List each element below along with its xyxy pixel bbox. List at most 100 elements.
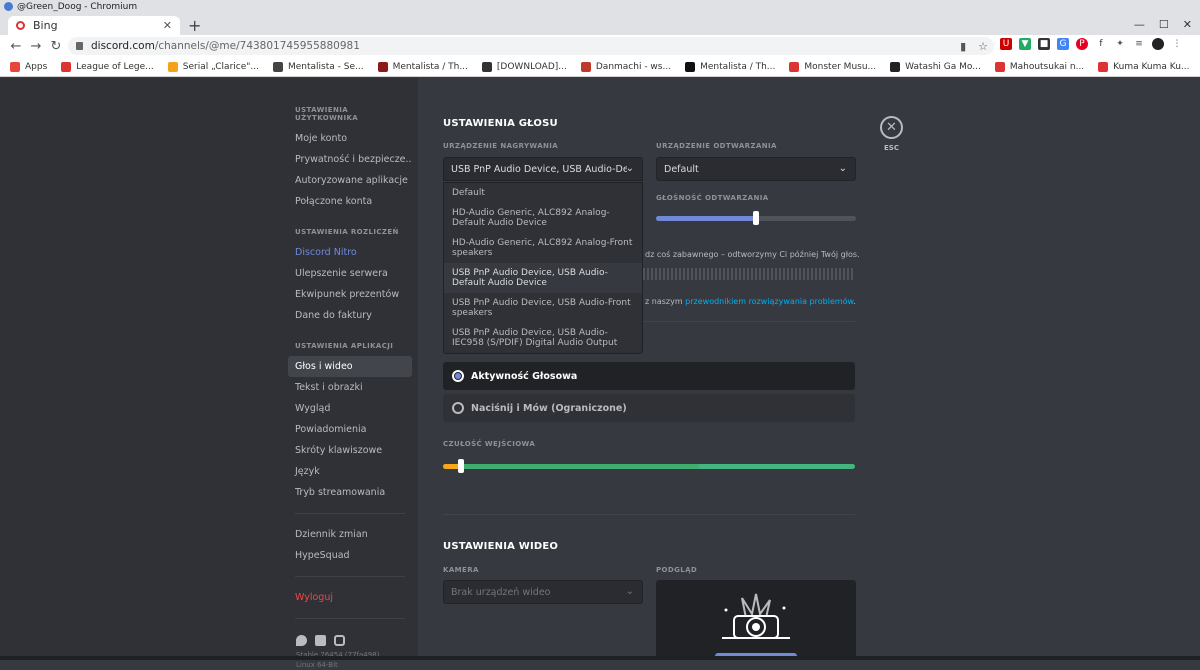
input-sensitivity-slider[interactable] (443, 459, 855, 473)
bookmark-favicon-icon (61, 61, 72, 72)
reload-icon[interactable]: ↻ (46, 39, 66, 54)
instagram-icon[interactable] (334, 635, 345, 646)
sidebar-item-my-account[interactable]: Moje konto (288, 128, 412, 149)
bookmark-label: [DOWNLOAD]... (496, 61, 567, 72)
meter-bar (807, 268, 809, 280)
tab-title: Bing (33, 19, 58, 32)
minimize-icon[interactable]: — (1134, 18, 1145, 31)
new-tab-icon[interactable]: + (188, 16, 201, 35)
bookmark-item[interactable]: Serial „Clarice"... (167, 61, 259, 72)
maximize-icon[interactable]: ☐ (1159, 18, 1169, 31)
input-device-option[interactable]: USB PnP Audio Device, USB Audio-Front sp… (444, 293, 642, 323)
sidebar-divider (295, 576, 405, 577)
camera-blocked-icon[interactable]: ▮ (960, 40, 966, 53)
facebook-icon[interactable] (315, 635, 326, 646)
lock-icon[interactable] (76, 42, 83, 50)
browser-tab[interactable]: Bing ✕ (8, 16, 180, 35)
extensions-puzzle-icon[interactable]: ✦ (1114, 38, 1126, 50)
camera-select[interactable]: Brak urządzeń wideo ⌄ (443, 580, 643, 604)
output-volume-knob[interactable] (753, 211, 759, 225)
tab-favicon-icon (16, 21, 25, 30)
sensitivity-knob[interactable] (458, 459, 464, 473)
sidebar-item-hypesquad[interactable]: HypeSquad (288, 545, 412, 566)
sidebar-item-connections[interactable]: Połączone konta (288, 191, 412, 212)
bookmark-item[interactable]: Kuma Kuma Ku... (1098, 61, 1190, 72)
meter-bar (771, 268, 773, 280)
close-window-icon[interactable]: ✕ (1183, 18, 1192, 31)
bookmark-item[interactable]: Monster Musu... (789, 61, 876, 72)
meter-bar (819, 268, 821, 280)
tab-close-icon[interactable]: ✕ (163, 19, 172, 32)
formula-icon[interactable]: f (1095, 38, 1107, 50)
bookmark-item[interactable]: [DOWNLOAD]... (481, 61, 567, 72)
forward-icon[interactable]: → (26, 39, 46, 54)
window-title: @Green_Doog - Chromium (17, 1, 138, 12)
extension-icon[interactable]: ▼ (1019, 38, 1031, 50)
sidebar-item-voice-video[interactable]: Głos i wideo (288, 356, 412, 377)
input-device-option[interactable]: Default (444, 183, 642, 203)
pinterest-icon[interactable]: P (1076, 38, 1088, 50)
sidebar-item-notifications[interactable]: Powiadomienia (288, 419, 412, 440)
meter-bar (659, 268, 661, 280)
bookmark-item[interactable]: Watashi Ga Mo... (890, 61, 981, 72)
meter-bar (791, 268, 793, 280)
input-device-select[interactable]: USB PnP Audio Device, USB Audio-Default … (443, 157, 643, 181)
sidebar-item-text-images[interactable]: Tekst i obrazki (288, 377, 412, 398)
meter-bar (775, 268, 777, 280)
extension-icon[interactable]: ■ (1038, 38, 1050, 50)
address-bar[interactable]: discord.com/channels/@me/743801745955880… (68, 37, 994, 55)
sidebar-item-streamer-mode[interactable]: Tryb streamowania (288, 482, 412, 503)
sidebar-divider (295, 513, 405, 514)
meter-bar (835, 268, 837, 280)
input-device-option[interactable]: USB PnP Audio Device, USB Audio-Default … (444, 263, 642, 293)
bookmark-favicon-icon (580, 61, 591, 72)
sidebar-item-appearance[interactable]: Wygląd (288, 398, 412, 419)
back-icon[interactable]: ← (6, 39, 26, 54)
input-device-option[interactable]: HD-Audio Generic, ALC892 Analog-Front sp… (444, 233, 642, 263)
help-prefix: z naszym (645, 297, 686, 306)
bookmark-item[interactable]: League of Lege... (61, 61, 154, 72)
troubleshooting-link[interactable]: przewodnikiem rozwiązywania problemów (685, 297, 853, 306)
sidebar-item-nitro[interactable]: Discord Nitro (288, 242, 412, 263)
sidebar-item-logout[interactable]: Wyloguj (288, 587, 412, 608)
sidebar-item-changelog[interactable]: Dziennik zmian (288, 524, 412, 545)
sidebar-item-gift-inventory[interactable]: Ekwipunek prezentów (288, 284, 412, 305)
bookmark-label: Mahoutsukai n... (1009, 61, 1085, 72)
input-device-option[interactable]: USB PnP Audio Device, USB Audio-IEC958 (… (444, 323, 642, 353)
profile-avatar-icon[interactable] (1152, 38, 1164, 50)
meter-bar (667, 268, 669, 280)
sidebar-item-server-boost[interactable]: Ulepszenie serwera (288, 263, 412, 284)
sidebar-item-billing[interactable]: Dane do faktury (288, 305, 412, 326)
menu-kebab-icon[interactable]: ⋮ (1171, 38, 1183, 50)
meter-bar (675, 268, 677, 280)
close-settings-icon[interactable]: ✕ (880, 116, 903, 139)
translate-icon[interactable]: G (1057, 38, 1069, 50)
bookmark-item[interactable]: Danmachi - ws... (580, 61, 671, 72)
sidebar-item-keybinds[interactable]: Skróty klawiszowe (288, 440, 412, 461)
meter-bar (727, 268, 729, 280)
sidebar-item-language[interactable]: Język (288, 461, 412, 482)
meter-bar (647, 268, 649, 280)
sidebar-item-privacy[interactable]: Prywatność i bezpiecze... (288, 149, 412, 170)
bookmark-item[interactable]: Mentalista / Th... (685, 61, 775, 72)
radio-unselected-icon (452, 402, 464, 414)
meter-bar (651, 268, 653, 280)
input-device-option[interactable]: HD-Audio Generic, ALC892 Analog-Default … (444, 203, 642, 233)
output-device-select[interactable]: Default ⌄ (656, 157, 856, 181)
output-volume-slider[interactable] (656, 211, 856, 225)
bookmark-favicon-icon (1098, 61, 1109, 72)
twitter-icon[interactable] (296, 635, 307, 646)
media-queue-icon[interactable]: ≡ (1133, 38, 1145, 50)
bookmark-item[interactable]: Mahoutsukai n... (994, 61, 1085, 72)
bookmark-item[interactable]: Mentalista - Se... (272, 61, 364, 72)
input-mode-push-to-talk[interactable]: Naciśnij i Mów (Ograniczone) (443, 394, 855, 422)
ublock-icon[interactable]: U (1000, 38, 1012, 50)
help-text: z naszym przewodnikiem rozwiązywania pro… (645, 297, 856, 306)
sidebar-item-authorized-apps[interactable]: Autoryzowane aplikacje (288, 170, 412, 191)
bookmark-star-icon[interactable]: ☆ (978, 40, 988, 53)
bookmark-item[interactable]: Mentalista / Th... (377, 61, 468, 72)
meter-bar (643, 268, 645, 280)
bookmark-item[interactable]: Apps (10, 61, 47, 72)
input-mode-voice-activity[interactable]: Aktywność Głosowa (443, 362, 855, 390)
section-divider (643, 321, 855, 322)
